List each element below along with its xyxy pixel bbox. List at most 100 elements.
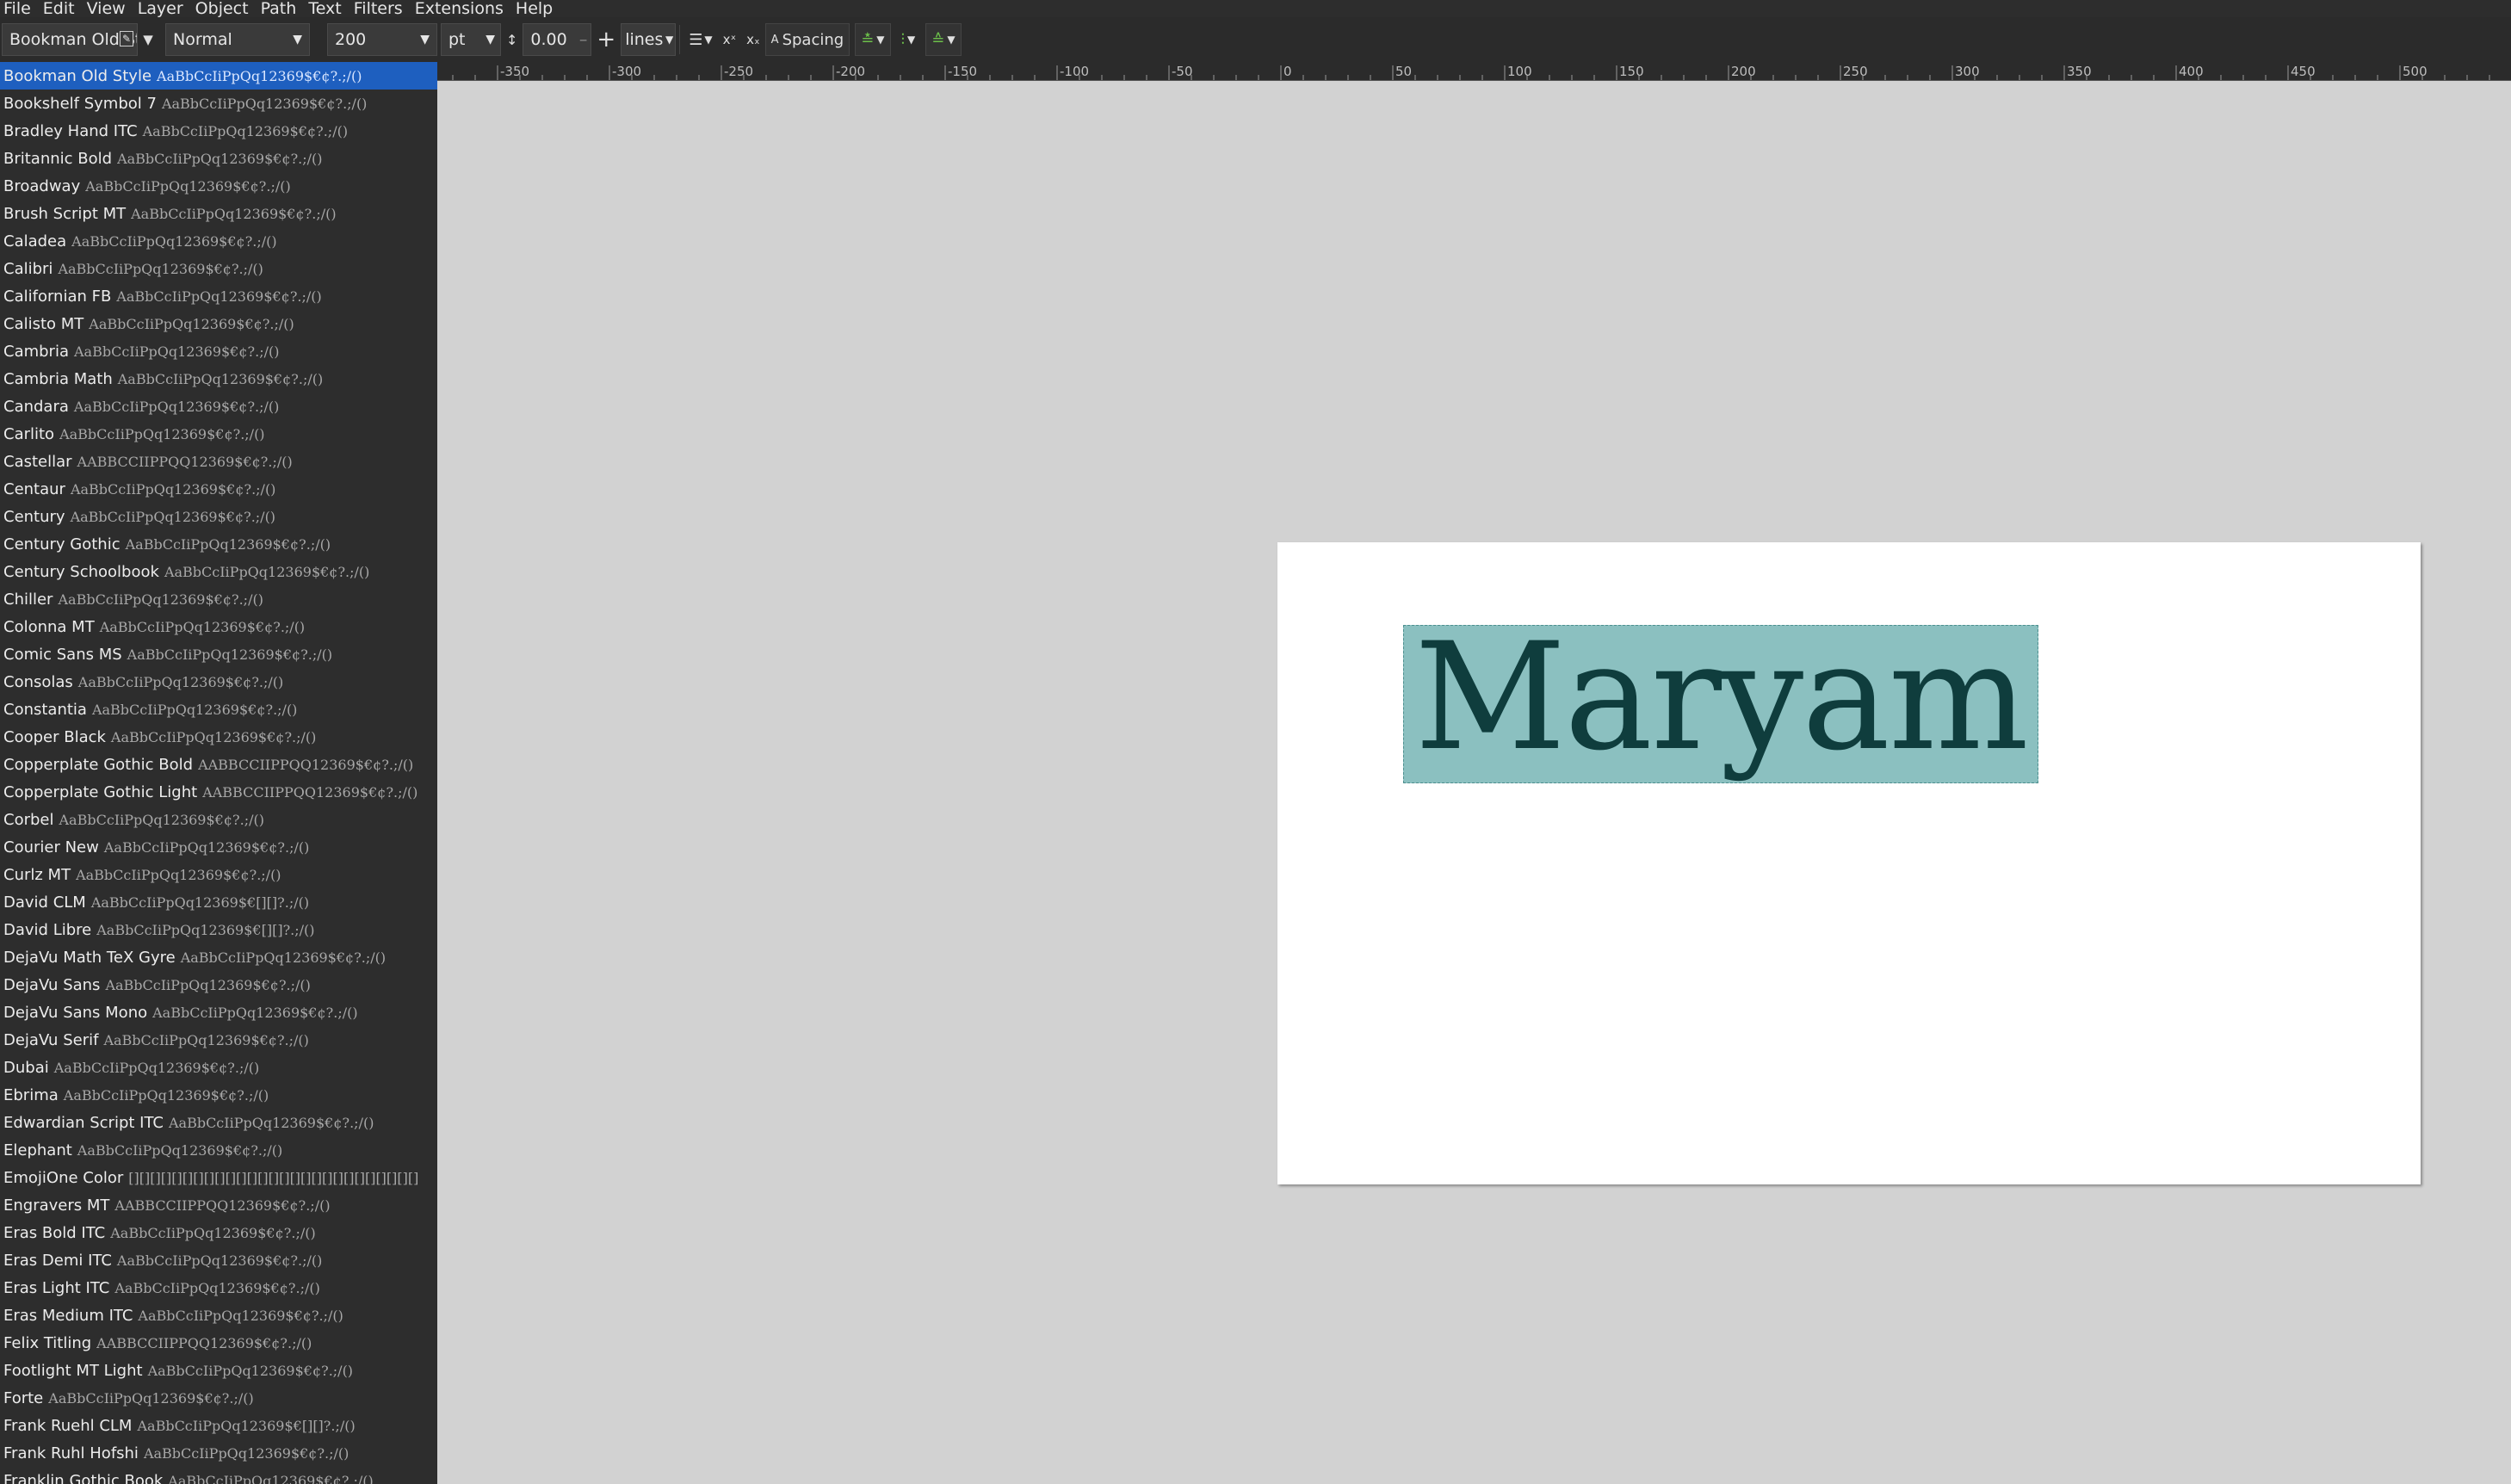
font-list-item[interactable]: Castellar AABBCCIIPPQQ12369$€¢?.;/() [0,448,437,475]
font-list-item[interactable]: EmojiOne Color[][][][][][][][][][][][][]… [0,1164,437,1191]
font-list-item[interactable]: Consolas AaBbCcIiPpQq12369$€¢?.;/() [0,668,437,696]
ruler-label: 500 [2403,64,2428,79]
menu-layer[interactable]: Layer [134,0,192,17]
align-left-button[interactable]: ☰ ▼ [683,23,717,56]
plus-button[interactable]: + [591,23,621,56]
line-spacing-input[interactable]: 0.00 – [523,23,592,56]
font-list-item[interactable]: Felix Titling AABBCCIIPPQQ12369$€¢?.;/() [0,1329,437,1357]
ruler-label: 450 [2291,64,2316,79]
text-direction-button[interactable]: ≙ ▼ [925,23,962,56]
font-list-item[interactable]: Forte AaBbCcIiPpQq12369$€¢?.;/() [0,1384,437,1412]
ruler-label: 250 [1843,64,1868,79]
font-style-select[interactable]: Normal ▼ [165,23,310,56]
font-unit-select[interactable]: pt ▼ [441,23,501,56]
font-list-item[interactable]: Eras Medium ITC AaBbCcIiPpQq12369$€¢?.;/(… [0,1302,437,1329]
font-list-item[interactable]: David CLM AaBbCcIiPpQq12369$€[][]?.;/() [0,888,437,916]
font-list-item[interactable]: Broadway AaBbCcIiPpQq12369$€¢?.;/() [0,172,437,200]
font-list-item[interactable]: Corbel AaBbCcIiPpQq12369$€¢?.;/() [0,806,437,833]
font-list-item[interactable]: Bradley Hand ITC AaBbCcIiPpQq12369$€¢?.;/… [0,117,437,145]
font-list-item[interactable]: Frank Ruhl Hofshi AaBbCcIiPpQq12369$€¢?.;… [0,1439,437,1467]
font-list-item[interactable]: Britannic Bold AaBbCcIiPpQq12369$€¢?.;/() [0,145,437,172]
font-list-item[interactable]: Candara AaBbCcIiPpQq12369$€¢?.;/() [0,393,437,420]
font-list-item[interactable]: Caladea AaBbCcIiPpQq12369$€¢?.;/() [0,227,437,255]
font-family-input[interactable]: Bookman Old St ✎ [2,23,138,56]
font-list-item[interactable]: Century Gothic AaBbCcIiPpQq12369$€¢?.;/() [0,530,437,558]
menu-extensions[interactable]: Extensions [411,0,512,17]
superscript-button[interactable]: xˣ [718,23,742,56]
spacing-button[interactable]: A Spacing [764,23,850,56]
font-sample: AaBbCcIiPpQq12369$€¢?.;/() [73,398,280,415]
font-list-item[interactable]: Footlight MT Light AaBbCcIiPpQq12369$€¢?.… [0,1357,437,1384]
font-list-item[interactable]: Chiller AaBbCcIiPpQq12369$€¢?.;/() [0,585,437,613]
menu-view[interactable]: View [83,0,134,17]
font-list-item[interactable]: Carlito AaBbCcIiPpQq12369$€¢?.;/() [0,420,437,448]
horizontal-ruler[interactable]: -350 -300 -250 -200 -150 -100 -50 0 50 100 150 200 2… [437,62,2511,81]
font-list-item[interactable]: Edwardian Script ITC AaBbCcIiPpQq12369$€¢… [0,1109,437,1136]
font-size-select[interactable]: 200 ▼ [327,23,437,56]
font-list-item[interactable]: Copperplate Gothic Bold AABBCCIIPPQQ12369… [0,751,437,778]
font-list-item[interactable]: Century Schoolbook AaBbCcIiPpQq12369$€¢?.… [0,558,437,585]
font-sample: AaBbCcIiPpQq12369$€¢?.;/() [131,205,337,222]
selected-text-object[interactable]: Maryam [1403,625,2038,783]
font-name: Centaur [3,479,65,498]
font-family-dropdown[interactable]: ▼ [138,23,158,56]
font-list-item[interactable]: Eras Demi ITC AaBbCcIiPpQq12369$€¢?.;/() [0,1246,437,1274]
font-list-item[interactable]: Constantia AaBbCcIiPpQq12369$€¢?.;/() [0,696,437,723]
font-family-edit-icon[interactable]: ✎ [120,31,133,46]
font-list-item[interactable]: Calisto MT AaBbCcIiPpQq12369$€¢?.;/() [0,310,437,337]
font-list-item[interactable]: DejaVu Sans AaBbCcIiPpQq12369$€¢?.;/() [0,971,437,999]
subscript-button[interactable]: xₓ [741,23,765,56]
chevron-down-icon: ▼ [947,34,956,46]
font-list-item[interactable]: Calibri AaBbCcIiPpQq12369$€¢?.;/() [0,255,437,282]
font-list-item[interactable]: Frank Ruehl CLM AaBbCcIiPpQq12369$€[][]?.… [0,1412,437,1439]
font-list-item[interactable]: Cooper Black AaBbCcIiPpQq12369$€¢?.;/() [0,723,437,751]
ruler-label: 0 [1283,64,1292,79]
font-list-item[interactable]: Century AaBbCcIiPpQq12369$€¢?.;/() [0,503,437,530]
font-list-item[interactable]: DejaVu Serif AaBbCcIiPpQq12369$€¢?.;/() [0,1026,437,1054]
ruler-label: 350 [2067,64,2092,79]
writing-mode-button[interactable]: ≛ ▼ [855,23,891,56]
font-sample: AaBbCcIiPpQq12369$€¢?.;/() [142,122,349,139]
font-list-item[interactable]: Comic Sans MS AaBbCcIiPpQq12369$€¢?.;/() [0,640,437,668]
font-list-item[interactable]: Courier New AaBbCcIiPpQq12369$€¢?.;/() [0,833,437,861]
text-orientation-button[interactable]: ⫶ ▼ [896,23,921,56]
font-name: Calisto MT [3,314,84,333]
menu-file[interactable]: File [0,0,40,17]
font-list-item[interactable]: Bookman Old Style AaBbCcIiPpQq12369$€¢?.;… [0,62,437,90]
font-list-item[interactable]: Engravers MT AABBCCIIPPQQ12369$€¢?.;/() [0,1191,437,1219]
font-sample: AaBbCcIiPpQq12369$€¢?.;/() [168,1114,374,1131]
menu-text[interactable]: Text [305,0,349,17]
font-list-item[interactable]: Californian FB AaBbCcIiPpQq12369$€¢?.;/() [0,282,437,310]
canvas-text[interactable]: Maryam [1414,626,2029,771]
font-list-item[interactable]: Cambria Math AaBbCcIiPpQq12369$€¢?.;/() [0,365,437,393]
font-list-item[interactable]: Centaur AaBbCcIiPpQq12369$€¢?.;/() [0,475,437,503]
font-list-item[interactable]: Bookshelf Symbol 7 AaBbCcIiPpQq12369$€¢?.… [0,90,437,117]
font-sample: AaBbCcIiPpQq12369$€¢?.;/() [77,1141,283,1159]
chevron-down-icon: ▼ [486,33,495,46]
minus-icon[interactable]: – [579,30,588,49]
font-list-item[interactable]: Cambria AaBbCcIiPpQq12369$€¢?.;/() [0,337,437,365]
font-list-item[interactable]: Colonna MT AaBbCcIiPpQq12369$€¢?.;/() [0,613,437,640]
font-list-item[interactable]: Copperplate Gothic Light AABBCCIIPPQQ1236… [0,778,437,806]
font-sample: AaBbCcIiPpQq12369$€¢?.;/() [91,701,298,718]
menu-help[interactable]: Help [512,0,561,17]
font-list-item[interactable]: Eras Light ITC AaBbCcIiPpQq12369$€¢?.;/() [0,1274,437,1302]
line-unit-select[interactable]: lines ▼ [621,23,677,56]
font-list-item[interactable]: Ebrima AaBbCcIiPpQq12369$€¢?.;/() [0,1081,437,1109]
font-list-item[interactable]: Franklin Gothic Book AaBbCcIiPpQq12369$€¢… [0,1467,437,1484]
font-list-item[interactable]: Brush Script MT AaBbCcIiPpQq12369$€¢?.;/(… [0,200,437,227]
font-list-item[interactable]: DejaVu Sans Mono AaBbCcIiPpQq12369$€¢?.;/… [0,999,437,1026]
font-list-item[interactable]: Elephant AaBbCcIiPpQq12369$€¢?.;/() [0,1136,437,1164]
font-list-item[interactable]: Curlz MT AaBbCcIiPpQq12369$€¢?.;/() [0,861,437,888]
font-list-item[interactable]: DejaVu Math TeX Gyre AaBbCcIiPpQq12369$€¢… [0,943,437,971]
menu-edit[interactable]: Edit [40,0,83,17]
drawing-canvas[interactable]: Maryam [437,81,2511,1484]
font-list-item[interactable]: Dubai AaBbCcIiPpQq12369$€¢?.;/() [0,1054,437,1081]
menu-object[interactable]: Object [192,0,257,17]
menu-path[interactable]: Path [257,0,306,17]
font-list-item[interactable]: Eras Bold ITC AaBbCcIiPpQq12369$€¢?.;/() [0,1219,437,1246]
font-sample: AaBbCcIiPpQq12369$€¢?.;/() [58,260,263,277]
ruler-ticks: -350 -300 -250 -200 -150 -100 -50 0 50 100 150 200 2… [452,64,2490,80]
menu-filters[interactable]: Filters [350,0,411,17]
font-list-item[interactable]: David Libre AaBbCcIiPpQq12369$€[][]?.;/() [0,916,437,943]
